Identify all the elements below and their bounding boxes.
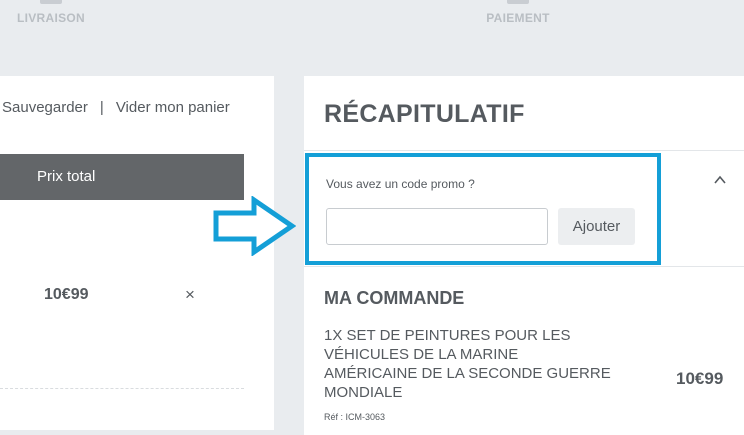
cart-table-header: Prix total — [0, 154, 244, 200]
promo-divider — [304, 266, 744, 267]
step-livraison-label: LIVRAISON — [16, 11, 86, 25]
close-icon[interactable]: × — [185, 285, 195, 305]
cart-actions-separator: | — [99, 99, 104, 116]
checkout-steps: LIVRAISON PAIEMENT — [0, 0, 744, 76]
promo-code-label: Vous avez un code promo ? — [326, 177, 475, 191]
cart-row-divider — [0, 388, 244, 389]
add-promo-button[interactable]: Ajouter — [558, 208, 635, 245]
step-paiement-bar — [507, 0, 529, 4]
step-livraison-bar — [40, 0, 62, 4]
empty-cart-link[interactable]: Vider mon panier — [116, 99, 230, 116]
step-paiement[interactable]: PAIEMENT — [482, 0, 554, 25]
cart-item-total-price: 10€99 — [44, 286, 89, 303]
save-cart-link[interactable]: Sauvegarder — [2, 99, 88, 116]
step-livraison[interactable]: LIVRAISON — [14, 0, 88, 25]
chevron-up-icon[interactable] — [714, 174, 726, 186]
summary-divider — [304, 150, 744, 151]
summary-panel: RÉCAPITULATIF Vous avez un code promo ? … — [304, 76, 744, 435]
order-title: MA COMMANDE — [324, 288, 465, 308]
order-item-ref: Réf : ICM-3063 — [324, 412, 386, 422]
total-price-header: Prix total — [37, 168, 96, 185]
order-item-name: 1X SET DE PEINTURES POUR LES VÉHICULES D… — [324, 327, 611, 401]
promo-code-section: Vous avez un code promo ? Ajouter — [305, 153, 661, 265]
summary-title: RÉCAPITULATIF — [324, 100, 525, 128]
promo-code-input[interactable] — [326, 208, 548, 245]
step-paiement-label: PAIEMENT — [486, 11, 550, 25]
cart-actions: Sauvegarder | Vider mon panier — [2, 99, 230, 116]
right-arrow-outline-icon — [213, 196, 296, 256]
order-item-price: 10€99 — [676, 369, 724, 388]
